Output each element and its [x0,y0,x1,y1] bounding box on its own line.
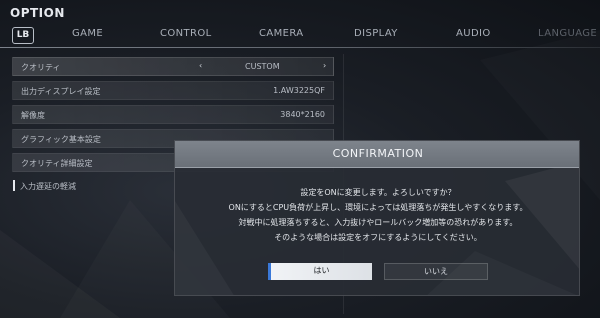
arrow-left-icon[interactable]: ‹ [199,61,202,70]
arrow-right-icon[interactable]: › [323,61,326,70]
setting-value: 1.AW3225QF [273,86,325,95]
setting-label: グラフィック基本設定 [21,135,101,144]
setting-label: 解像度 [21,111,45,120]
tab-audio[interactable]: AUDIO [456,28,491,39]
setting-value: 3840*2160 [280,110,325,119]
tab-camera[interactable]: CAMERA [259,28,304,39]
setting-quality[interactable]: クオリティ ‹ CUSTOM › [12,57,334,76]
setting-label: 出力ディスプレイ設定 [21,87,101,96]
setting-output-display[interactable]: 出力ディスプレイ設定 1.AW3225QF [12,81,334,100]
tab-language[interactable]: LANGUAGE [538,28,597,39]
tab-control[interactable]: CONTROL [160,28,212,39]
tab-divider [0,47,600,48]
setting-label: クオリティ [21,63,61,72]
lb-bumper-icon[interactable]: LB [12,27,34,44]
tab-game[interactable]: GAME [72,28,103,39]
dialog-message-line: ONにするとCPU負荷が上昇し、環境によっては処理落ちが発生しやすくなります。 [228,203,528,212]
confirmation-dialog: CONFIRMATION 設定をONに変更します。よろしいですか？ ONにすると… [174,140,580,296]
setting-resolution[interactable]: 解像度 3840*2160 [12,105,334,124]
dialog-message-line: 設定をONに変更します。よろしいですか？ [300,188,456,197]
tab-display[interactable]: DISPLAY [354,28,398,39]
tab-bar: LB GAME CONTROL CAMERA DISPLAY AUDIO LAN… [0,24,600,46]
dialog-message-line: そのような場合は設定をオフにするようにしてください。 [274,233,482,242]
dialog-title: CONFIRMATION [332,147,424,160]
selection-marker [13,180,15,191]
dialog-header: CONFIRMATION [175,141,579,168]
page-title: OPTION [10,6,65,20]
no-button[interactable]: いいえ [384,263,488,280]
setting-label: 入力遅延の軽減 [20,182,76,191]
dialog-message-line: 対戦中に処理落ちすると、入力抜けやロールバック増加等の恐れがあります。 [238,218,518,227]
setting-value: CUSTOM [245,62,280,71]
yes-button[interactable]: はい [268,263,372,280]
setting-label: クオリティ詳細設定 [21,159,93,168]
